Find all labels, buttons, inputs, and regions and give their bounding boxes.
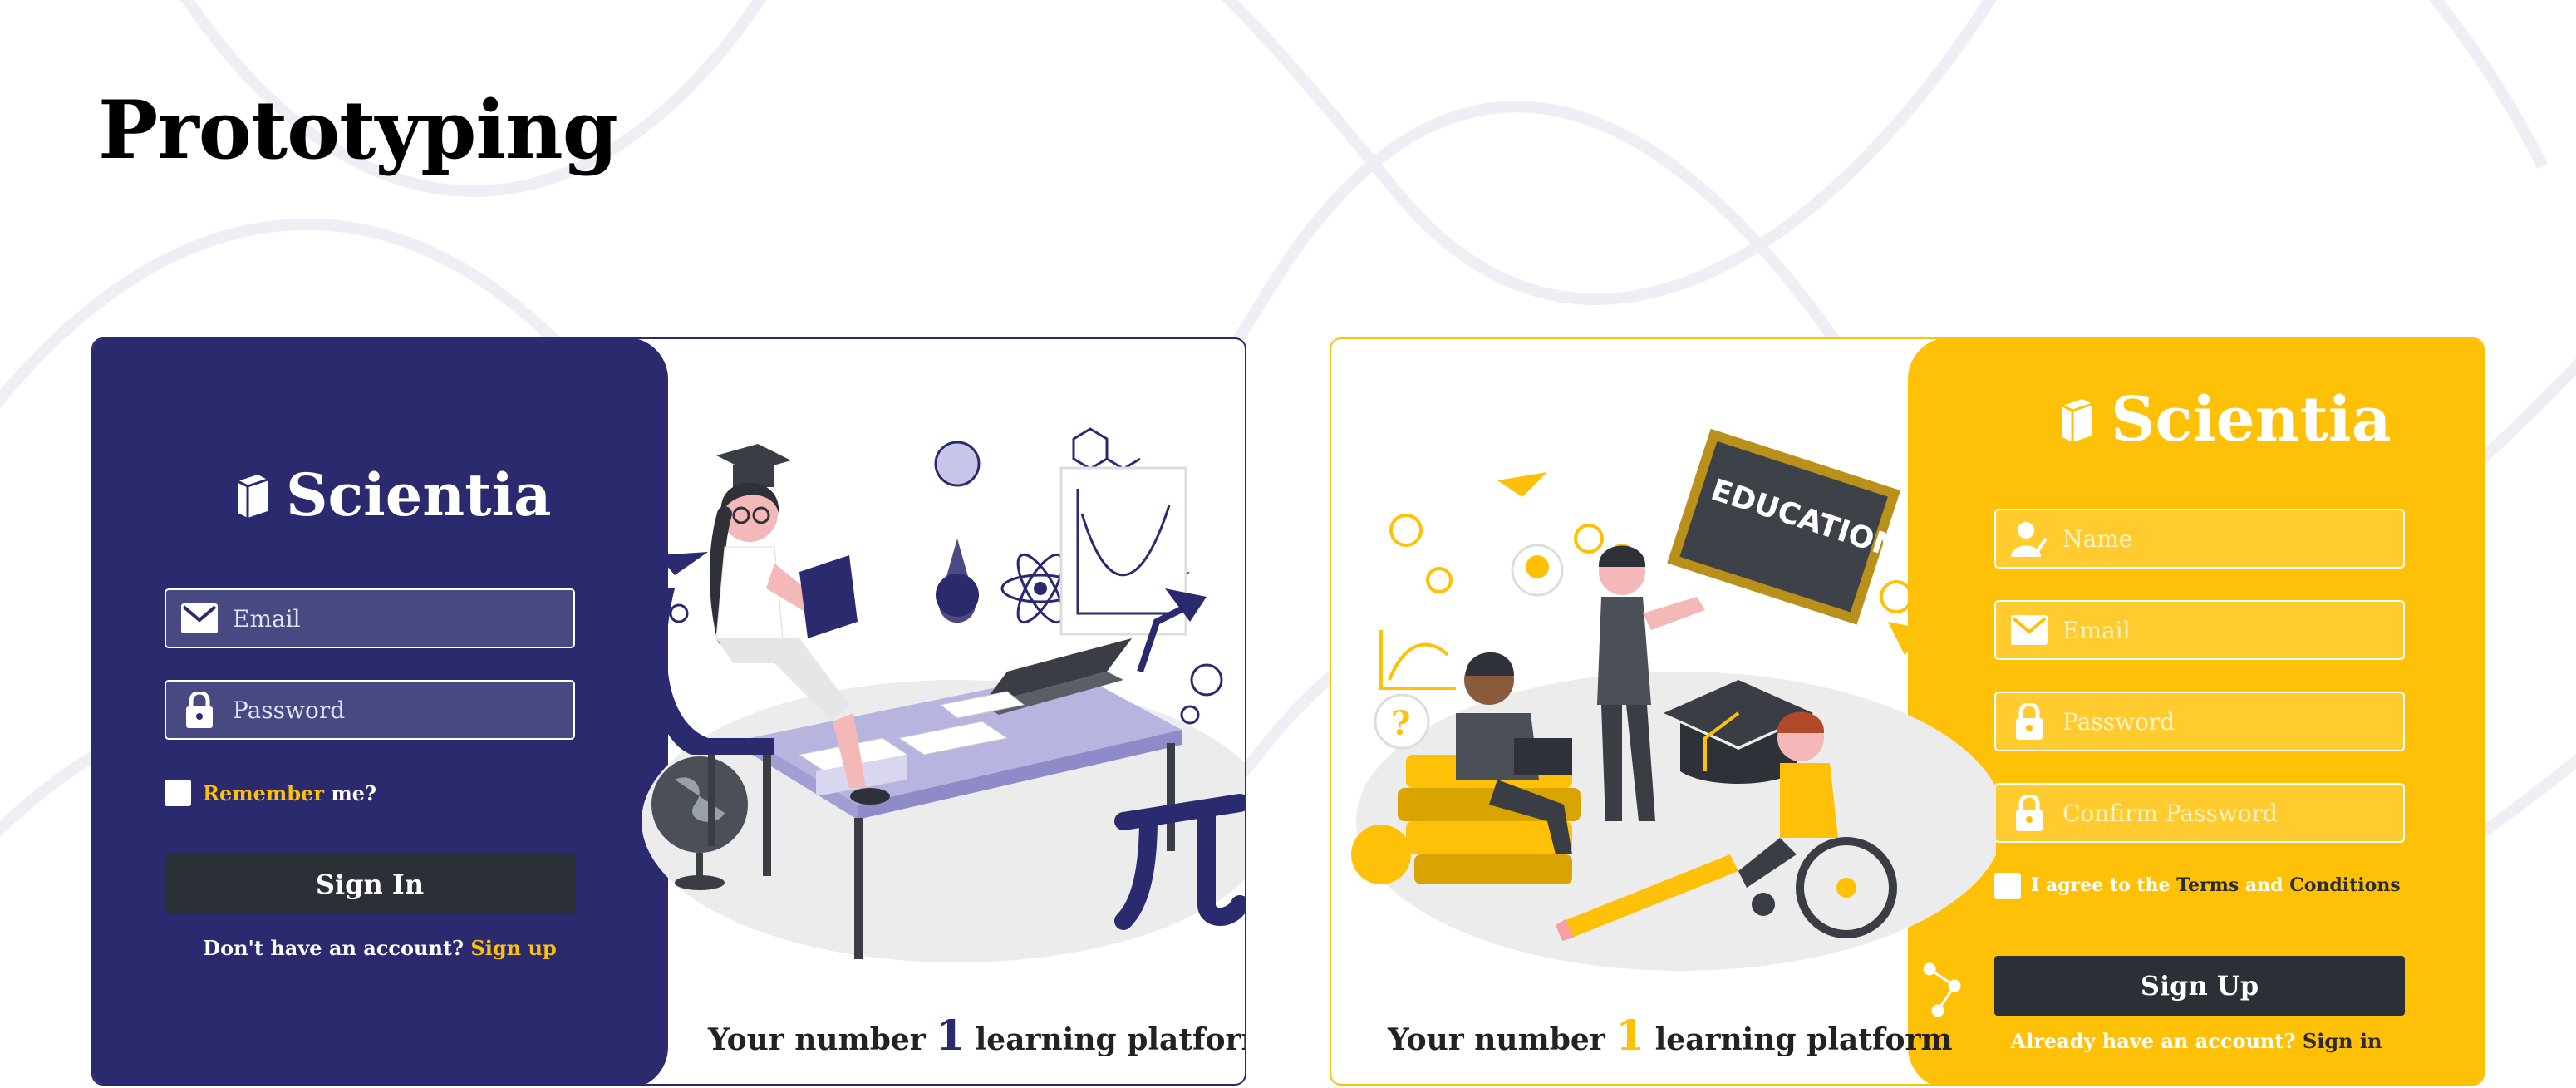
user-icon: [2011, 520, 2048, 557]
signup-card: ? EDUCATION Your number 1 learning platf…: [1330, 337, 2485, 1086]
remember-checkbox[interactable]: [165, 780, 191, 806]
classroom-illustration: ? EDUCATION: [1351, 428, 1996, 971]
signup-tagline: Your number 1 learning platform: [1388, 1011, 1953, 1060]
book-icon: [2057, 397, 2097, 442]
terms-link[interactable]: Terms: [2176, 874, 2239, 896]
email-placeholder: Email: [2062, 616, 2131, 644]
signin-logo: Scientia: [233, 460, 551, 529]
logo-text: Scientia: [2111, 384, 2392, 455]
password-field[interactable]: Password: [165, 680, 575, 740]
password-placeholder: Password: [233, 696, 346, 724]
signin-card: Scientia Email Password Remember me? Sig…: [91, 337, 1246, 1086]
remember-label: Remember me?: [203, 781, 377, 805]
logo-text: Scientia: [286, 460, 552, 529]
lock-icon: [181, 692, 218, 728]
envelope-icon: [2011, 612, 2048, 648]
svg-text:?: ?: [1391, 704, 1410, 743]
signup-prompt: Don't have an account? Sign up: [203, 936, 557, 960]
email-field[interactable]: Email: [1994, 600, 2405, 660]
sign-up-button[interactable]: Sign Up: [1994, 956, 2405, 1016]
signin-prompt: Already have an account? Sign in: [2010, 1029, 2382, 1053]
sign-up-link[interactable]: Sign up: [470, 936, 556, 960]
student-studying-illustration: [621, 427, 1245, 962]
confirm-password-field[interactable]: Confirm Password: [1994, 783, 2405, 843]
conditions-link[interactable]: Conditions: [2289, 874, 2401, 896]
confirm-password-placeholder: Confirm Password: [2062, 799, 2278, 827]
lock-icon: [2011, 703, 2048, 740]
page-title: Prototyping: [98, 83, 618, 177]
sign-in-button[interactable]: Sign In: [165, 854, 575, 914]
agree-checkbox[interactable]: [1994, 873, 2021, 899]
password-field[interactable]: Password: [1994, 692, 2405, 751]
signin-panel: Scientia Email Password Remember me? Sig…: [93, 339, 668, 1084]
signin-tagline: Your number 1 learning platform: [708, 1011, 1246, 1060]
sign-in-link[interactable]: Sign in: [2303, 1029, 2382, 1053]
email-field[interactable]: Email: [165, 588, 575, 648]
agree-label: I agree to the Terms and Conditions: [2031, 874, 2401, 896]
book-icon: [233, 473, 273, 518]
lock-icon: [2011, 795, 2048, 831]
envelope-icon: [181, 600, 218, 637]
name-field[interactable]: Name: [1994, 509, 2405, 569]
email-placeholder: Email: [233, 604, 301, 633]
name-placeholder: Name: [2062, 524, 2133, 553]
password-placeholder: Password: [2062, 707, 2175, 736]
signup-logo: Scientia: [2057, 384, 2392, 455]
